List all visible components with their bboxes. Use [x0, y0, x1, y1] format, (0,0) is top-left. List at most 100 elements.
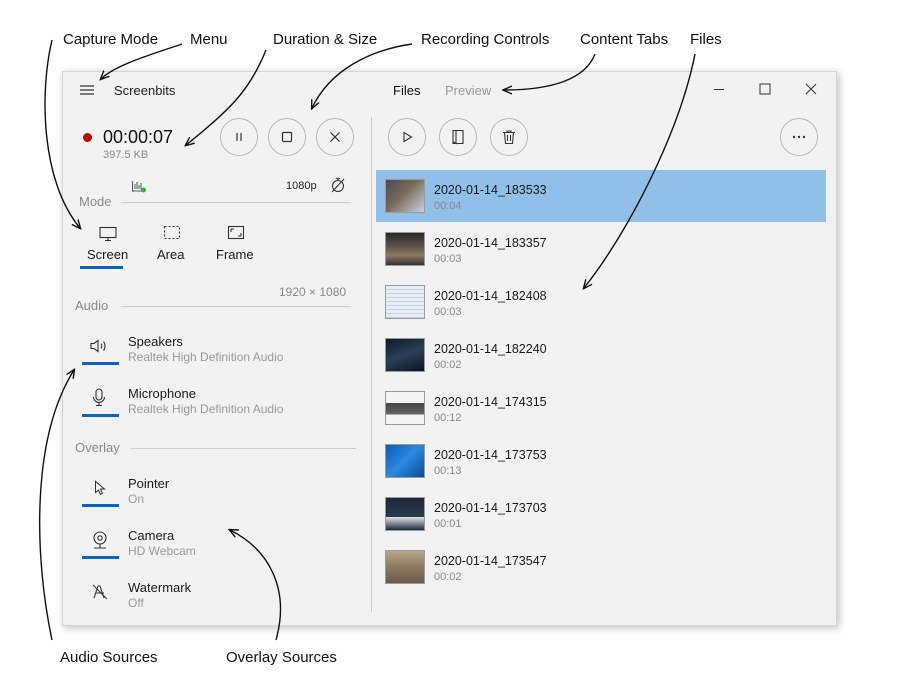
overlay-section-label: Overlay — [75, 440, 120, 455]
file-name: 2020-01-14_182408 — [434, 289, 547, 303]
file-name: 2020-01-14_174315 — [434, 395, 547, 409]
recording-indicator-dot — [83, 133, 92, 142]
pointer-name: Pointer — [128, 476, 170, 491]
file-thumbnail — [385, 497, 425, 531]
file-duration: 00:12 — [434, 412, 462, 424]
speakers-name: Speakers — [128, 334, 183, 349]
recording-file-size: 397.5 KB — [103, 149, 149, 161]
callout-audio-sources: Audio Sources — [60, 649, 158, 666]
more-horizontal-icon — [792, 135, 806, 139]
timer-disabled-icon[interactable] — [330, 176, 346, 194]
tab-preview[interactable]: Preview — [445, 83, 491, 98]
file-row[interactable]: 2020-01-14_183357 00:03 — [376, 223, 826, 275]
stop-button[interactable] — [268, 118, 306, 156]
hamburger-menu-icon[interactable] — [79, 83, 95, 97]
file-row[interactable]: 2020-01-14_173753 00:13 — [376, 435, 826, 487]
callout-content-tabs: Content Tabs — [580, 31, 669, 48]
mode-frame[interactable]: Frame — [213, 222, 263, 270]
watermark-icon — [91, 583, 109, 601]
speakers-active-underline — [82, 362, 119, 365]
quality-label[interactable]: 1080p — [286, 180, 317, 192]
pointer-active-underline — [82, 504, 119, 507]
watermark-state: Off — [128, 596, 144, 610]
file-name: 2020-01-14_182240 — [434, 342, 547, 356]
mode-area-label: Area — [157, 247, 185, 262]
maximize-icon[interactable] — [759, 83, 771, 95]
close-icon — [329, 131, 341, 143]
callout-menu: Menu — [190, 31, 228, 48]
audio-source-microphone[interactable]: Microphone Realtek High Definition Audio — [81, 386, 341, 418]
file-row[interactable]: 2020-01-14_173547 00:02 — [376, 541, 826, 593]
file-duration: 00:01 — [434, 518, 462, 530]
file-thumbnail — [385, 179, 425, 213]
file-name: 2020-01-14_173703 — [434, 501, 547, 515]
file-row[interactable]: 2020-01-14_182240 00:02 — [376, 329, 826, 381]
callout-capture-mode: Capture Mode — [63, 31, 159, 48]
stop-icon — [281, 131, 293, 143]
resolution-label: 1920 × 1080 — [279, 285, 347, 299]
file-duration: 00:02 — [434, 359, 462, 371]
file-thumbnail — [385, 338, 425, 372]
file-name: 2020-01-14_173753 — [434, 448, 547, 462]
callout-recording-controls: Recording Controls — [421, 31, 550, 48]
audio-source-speakers[interactable]: Speakers Realtek High Definition Audio — [81, 334, 341, 366]
frame-icon — [227, 225, 245, 241]
microphone-device: Realtek High Definition Audio — [128, 402, 284, 416]
camera-name: Camera — [128, 528, 175, 543]
mode-frame-label: Frame — [216, 247, 254, 262]
panel-divider — [371, 117, 372, 612]
overlay-source-camera[interactable]: Camera HD Webcam — [81, 528, 341, 560]
speaker-icon — [89, 338, 109, 354]
pointer-state: On — [128, 492, 145, 506]
file-row[interactable]: 2020-01-14_182408 00:03 — [376, 276, 826, 328]
minimize-icon[interactable] — [713, 83, 725, 95]
tab-files[interactable]: Files — [393, 83, 420, 98]
more-options-button[interactable] — [780, 118, 818, 156]
file-row[interactable]: 2020-01-14_174315 00:12 — [376, 382, 826, 434]
mode-section-label: Mode — [79, 194, 112, 209]
microphone-icon — [91, 388, 107, 408]
audio-divider — [121, 306, 351, 307]
file-duration: 00:03 — [434, 306, 462, 318]
monitor-icon — [99, 226, 117, 242]
cancel-recording-button[interactable] — [316, 118, 354, 156]
camera-state: HD Webcam — [128, 544, 196, 558]
play-button[interactable] — [388, 118, 426, 156]
overlay-divider — [131, 448, 356, 449]
file-thumbnail — [385, 550, 425, 584]
file-thumbnail — [385, 232, 425, 266]
file-row[interactable]: 2020-01-14_173703 00:01 — [376, 488, 826, 540]
play-icon — [401, 131, 413, 143]
mode-screen-label: Screen — [87, 247, 129, 262]
file-name: 2020-01-14_183357 — [434, 236, 547, 250]
mode-divider — [121, 202, 351, 203]
delete-button[interactable] — [490, 118, 528, 156]
camera-active-underline — [82, 556, 119, 559]
file-duration: 00:04 — [434, 200, 462, 212]
overlay-source-watermark[interactable]: Watermark Off — [81, 580, 341, 612]
file-name: 2020-01-14_173547 — [434, 554, 547, 568]
pause-icon — [233, 131, 245, 143]
callout-overlay-sources: Overlay Sources — [226, 649, 337, 666]
overlay-source-pointer[interactable]: Pointer On — [81, 476, 341, 508]
file-duration: 00:03 — [434, 253, 462, 265]
app-window: Screenbits Files Preview 00:00:07 397.5 … — [62, 71, 837, 626]
file-thumbnail — [385, 444, 425, 478]
file-thumbnail — [385, 391, 425, 425]
mode-screen[interactable]: Screen — [80, 222, 134, 270]
window-close-icon[interactable] — [805, 83, 817, 95]
microphone-name: Microphone — [128, 386, 196, 401]
file-duration: 00:02 — [434, 571, 462, 583]
microphone-active-underline — [82, 414, 119, 417]
fps-indicator-icon — [131, 179, 147, 193]
file-duration: 00:13 — [434, 465, 462, 477]
open-folder-button[interactable] — [439, 118, 477, 156]
pause-button[interactable] — [220, 118, 258, 156]
trash-icon — [502, 129, 516, 145]
watermark-name: Watermark — [128, 580, 192, 595]
mode-active-underline — [80, 266, 123, 269]
recording-duration: 00:00:07 — [103, 127, 174, 147]
speakers-device: Realtek High Definition Audio — [128, 350, 284, 364]
mode-area[interactable]: Area — [153, 222, 201, 270]
file-row[interactable]: 2020-01-14_183533 00:04 — [376, 170, 826, 222]
